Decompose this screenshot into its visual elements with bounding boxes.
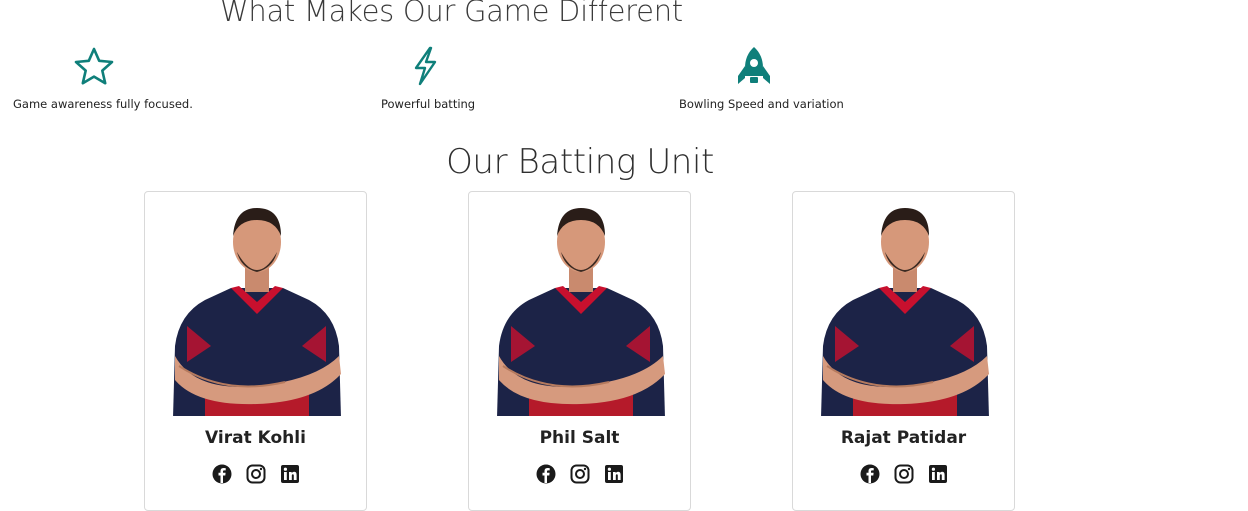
features-title: What Makes Our Game Different bbox=[220, 0, 683, 28]
facebook-icon[interactable] bbox=[212, 464, 232, 484]
social-links bbox=[145, 464, 366, 484]
feature-label: Powerful batting bbox=[381, 97, 476, 111]
player-card-virat-kohli: Virat Kohli bbox=[144, 191, 367, 511]
player-name: Rajat Patidar bbox=[840, 428, 967, 448]
instagram-icon[interactable] bbox=[246, 464, 266, 484]
feature-label: Bowling Speed and variation bbox=[679, 97, 844, 111]
player-card-phil-salt: Phil Salt bbox=[468, 191, 691, 511]
batting-unit-title: Our Batting Unit bbox=[446, 142, 714, 182]
player-name: Virat Kohli bbox=[205, 428, 306, 448]
lightning-icon bbox=[414, 46, 437, 86]
instagram-icon[interactable] bbox=[570, 464, 590, 484]
social-links bbox=[793, 464, 1014, 484]
linkedin-icon[interactable] bbox=[928, 464, 948, 484]
linkedin-icon[interactable] bbox=[280, 464, 300, 484]
rocket-icon bbox=[738, 47, 770, 84]
player-photo bbox=[165, 196, 348, 416]
feature-label: Game awareness fully focused. bbox=[13, 97, 193, 111]
star-icon bbox=[74, 47, 114, 85]
facebook-icon[interactable] bbox=[860, 464, 880, 484]
social-links bbox=[469, 464, 690, 484]
player-photo bbox=[813, 196, 996, 416]
instagram-icon[interactable] bbox=[894, 464, 914, 484]
player-photo bbox=[489, 196, 672, 416]
facebook-icon[interactable] bbox=[536, 464, 556, 484]
player-name: Phil Salt bbox=[539, 428, 620, 448]
player-card-rajat-patidar: Rajat Patidar bbox=[792, 191, 1015, 511]
linkedin-icon[interactable] bbox=[604, 464, 624, 484]
